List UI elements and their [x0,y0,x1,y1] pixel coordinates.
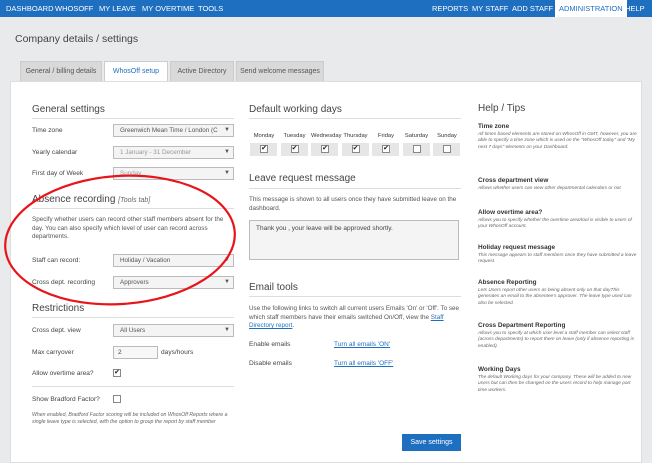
leave-message-textarea[interactable]: Thank you , your leave will be approved … [249,220,459,260]
help-item-text: Allows you to specify whether the overti… [478,218,632,230]
leave-message-heading: Leave request message [249,173,356,184]
day-checkbox-sunday[interactable] [443,145,451,153]
crossview-select[interactable]: All Users ▼ [113,324,234,337]
nav-administration[interactable]: ADMINISTRATION [555,0,627,17]
nav-my-leave[interactable]: MY LEAVE [95,0,140,17]
nav-my-staff[interactable]: MY STAFF [468,0,512,17]
help-item-title: Holiday request message [478,244,556,251]
day-checkbox-thursday[interactable]: ✔ [351,145,360,153]
help-item-title: Time zone [478,123,510,130]
enable-emails-label: Enable emails [249,341,291,348]
day-header-wednesday: Wednesday [311,133,342,139]
help-heading: Help / Tips [478,103,526,114]
divider [249,296,461,297]
page-title: Company details / settings [15,33,139,45]
tab-general-billing[interactable]: General / billing details [20,61,102,81]
general-heading: General settings [32,104,105,115]
day-header-tuesday: Tuesday [283,133,306,139]
help-item-text: This message appears to staff members on… [478,253,637,265]
day-cell-monday: ✔ [250,143,278,156]
day-header-sunday: Sunday [437,133,457,139]
chevron-down-icon: ▼ [224,327,230,333]
email-tools-text: Use the following links to switch all cu… [249,305,460,321]
divider [249,118,461,119]
carryover-input[interactable]: 2 [113,346,158,359]
chevron-down-icon: ▼ [224,149,230,155]
day-cell-saturday [402,143,431,156]
day-header-friday: Friday [377,133,395,139]
tab-whosoff-setup[interactable]: WhosOff setup [104,61,168,82]
divider [32,317,234,318]
day-cell-thursday: ✔ [341,143,370,156]
email-tools-heading: Email tools [249,282,298,293]
nav-whosoff[interactable]: WHOSOFF [51,0,97,17]
save-settings-button[interactable]: Save settings [402,434,461,451]
leave-message-description: This message is shown to all users once … [249,196,457,212]
day-checkbox-friday[interactable]: ✔ [382,145,390,153]
bradford-checkbox[interactable] [113,395,121,403]
day-header-saturday: Saturday [404,133,429,139]
bradford-note: When enabled, Bradford Factor scoring wi… [32,412,228,425]
nav-tools[interactable]: TOOLS [194,0,227,17]
tab-active-directory[interactable]: Active Directory [170,61,234,81]
calendar-value: 1 January - 31 December [120,149,192,156]
crossview-label: Cross dept. view [32,327,81,334]
timezone-select[interactable]: Greenwich Mean Time / London (C ▼ [113,124,234,137]
day-checkbox-saturday[interactable] [412,145,421,153]
nav-help[interactable]: HELP [621,0,649,17]
divider [249,188,461,189]
crossview-value: All Users [120,327,146,334]
disable-emails-label: Disable emails [249,360,292,367]
help-item-title: Cross Department Reporting [478,322,566,329]
turn-emails-on-link[interactable]: Turn all emails 'ON' [334,341,390,348]
nav-my-overtime[interactable]: MY OVERTIME [138,0,198,17]
help-item-text: Allows whether users can view other depa… [478,186,621,191]
chevron-down-icon: ▼ [224,127,230,133]
annotation-ellipse [4,174,236,306]
day-cell-tuesday: ✔ [280,143,309,156]
timezone-value: Greenwich Mean Time / London (C [120,127,218,134]
carryover-label: Max carryover [32,349,74,356]
day-cell-wednesday: ✔ [311,143,339,156]
help-item-text: Lets Users report other users as being a… [478,288,632,306]
help-item-text: Allows you to specify at which user leve… [478,331,634,349]
help-item-title: Allow overtime area? [478,209,543,216]
nav-reports[interactable]: REPORTS [428,0,472,17]
nav-dashboard[interactable]: DASHBOARD [2,0,58,17]
bradford-label: Show Bradford Factor? [32,396,100,403]
day-checkbox-monday[interactable]: ✔ [260,145,268,153]
timezone-label: Time zone [32,127,63,134]
day-cell-sunday [433,143,461,156]
nav-add-staff[interactable]: ADD STAFF [508,0,557,17]
carryover-unit: days/hours [161,349,194,356]
overtime-label: Allow overtime area? [32,370,94,377]
help-item-text: The default Working days for your compan… [478,375,632,393]
help-item-title: Working Days [478,366,521,373]
calendar-select[interactable]: 1 January - 31 December ▼ [113,146,234,159]
tab-send-welcome[interactable]: Send welcome messages [236,61,324,81]
email-tools-description: Use the following links to switch all cu… [249,305,460,329]
help-item-text: All times based elements are stored on W… [478,132,637,150]
divider [32,118,234,119]
help-item-title: Absence Reporting [478,279,537,286]
day-cell-friday: ✔ [372,143,400,156]
calendar-label: Yearly calendar [32,149,78,156]
overtime-checkbox[interactable]: ✔ [113,369,121,377]
day-checkbox-tuesday[interactable]: ✔ [290,145,299,153]
day-header-monday: Monday [253,133,275,139]
help-item-title: Cross department view [478,177,549,184]
top-nav: DASHBOARD WHOSOFF MY LEAVE MY OVERTIME T… [0,0,652,17]
day-header-thursday: Thursday [343,133,368,139]
day-checkbox-wednesday[interactable]: ✔ [321,145,329,153]
turn-emails-off-link[interactable]: Turn all emails 'OFF' [334,360,393,367]
divider [32,386,234,387]
working-days-heading: Default working days [249,104,342,115]
